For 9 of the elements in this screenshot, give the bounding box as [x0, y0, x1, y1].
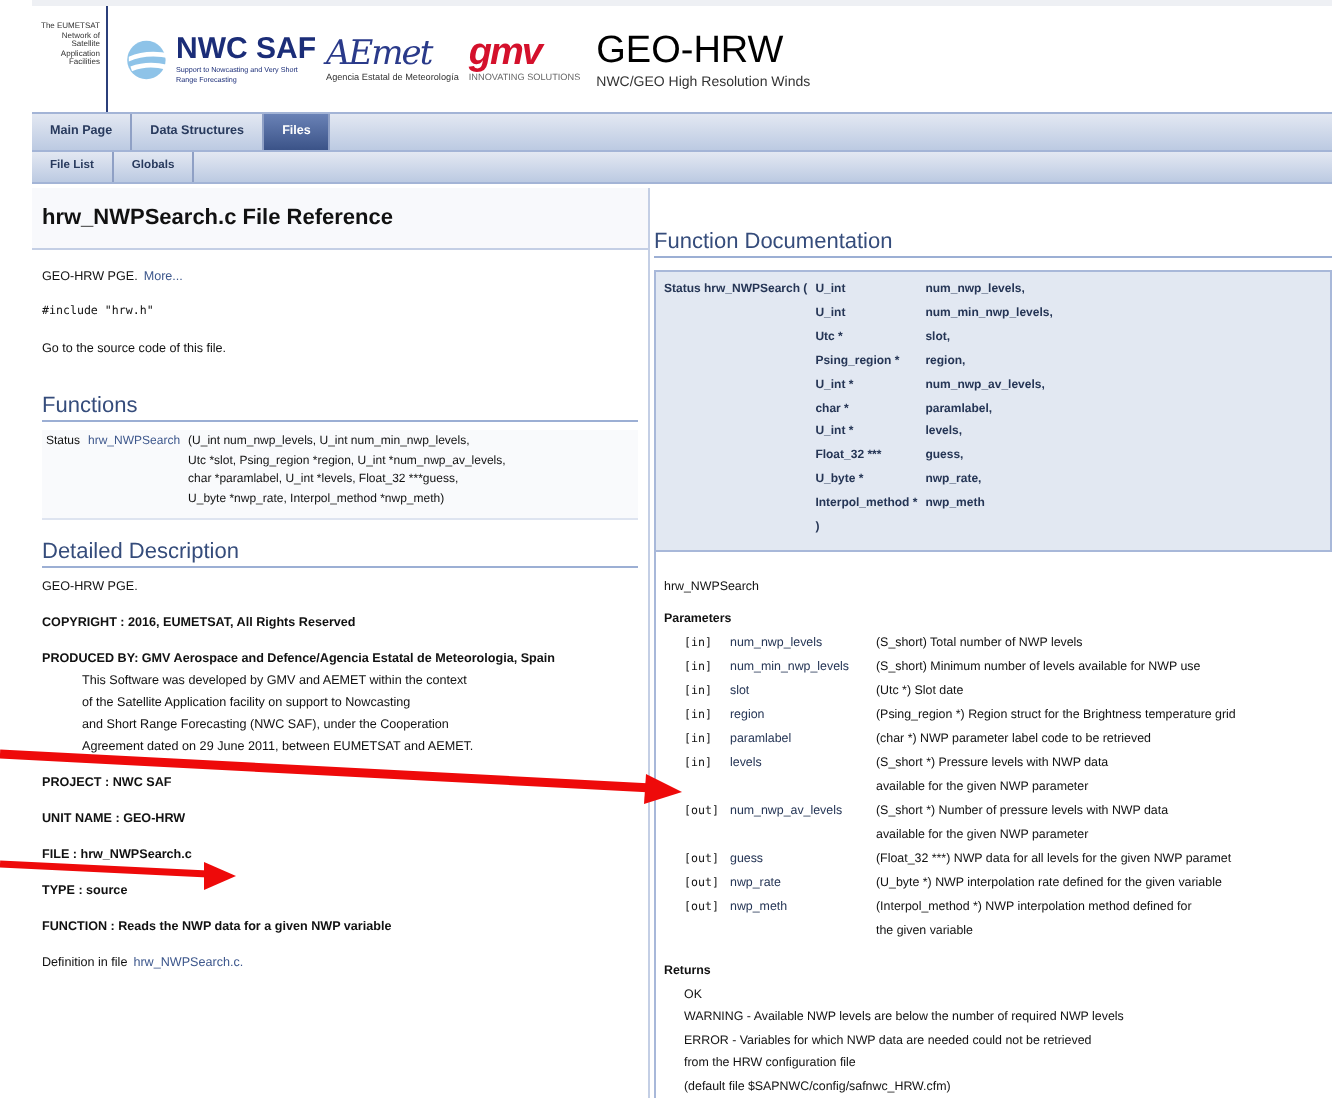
section-heading: Functions: [42, 374, 638, 422]
globe-icon: [124, 37, 172, 81]
logo-name: AEmet: [326, 36, 433, 72]
page-title: hrw_NWPSearch.c File Reference: [42, 206, 393, 230]
project-name: GEO-HRW: [596, 29, 786, 73]
logo-name: NWC SAF: [176, 34, 316, 67]
section-heading: Function Documentation: [654, 210, 1332, 258]
logo-name: gmv: [468, 36, 544, 72]
section-heading: Detailed Description: [42, 520, 638, 568]
